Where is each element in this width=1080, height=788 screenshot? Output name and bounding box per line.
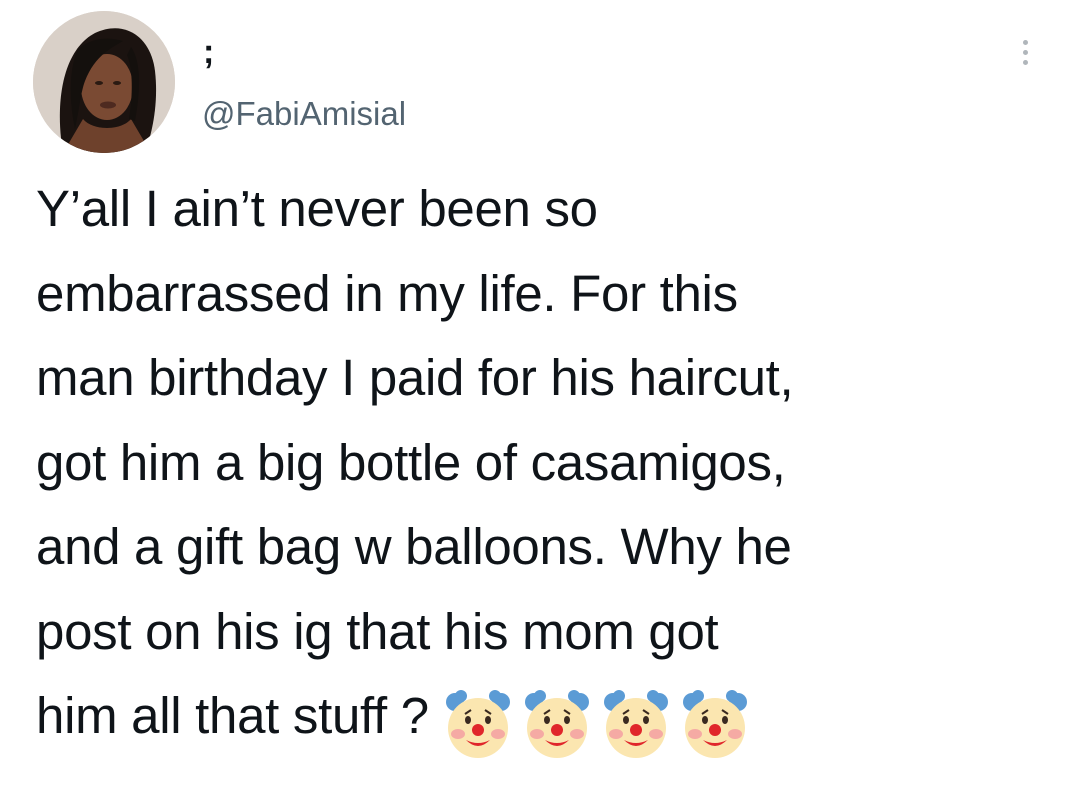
more-options-icon-dot xyxy=(1022,59,1028,65)
avatar-photo xyxy=(33,11,175,153)
clown-face-emoji-icon xyxy=(520,688,594,762)
tweet-text-line: post on his ig that his mom got xyxy=(36,602,719,660)
tweet-card: ; @FabiAmisial Y’all I ain’t never been … xyxy=(0,0,1080,764)
tweet-text-line: man birthday I paid for his haircut, xyxy=(36,349,794,406)
more-options-icon-dot xyxy=(1022,49,1028,55)
tweet-text-line: Y’all I ain’t never been so xyxy=(36,180,598,237)
tweet-text-line: and a gift bag w balloons. Why he xyxy=(36,518,792,575)
avatar[interactable] xyxy=(33,11,175,153)
tweet-text: Y’all I ain’t never been so embarrassed … xyxy=(36,167,1056,773)
tweet-text-line-last: him all that stuff ? xyxy=(36,674,1056,773)
clown-face-emoji-icon xyxy=(441,688,515,762)
clown-face-emoji-icon xyxy=(599,688,673,762)
tweet-text-line: got him a big bottle of casamigos, xyxy=(36,433,786,491)
more-options-button[interactable] xyxy=(1010,30,1040,74)
clown-face-emoji-icon xyxy=(678,688,752,762)
tweet-text-line: embarrassed in my life. For this xyxy=(36,264,738,322)
user-handle[interactable]: @FabiAmisial xyxy=(202,94,406,134)
tweet-text-line: him all that stuff ? xyxy=(36,687,429,744)
more-options-icon xyxy=(1022,39,1028,45)
emoji-row xyxy=(441,688,757,773)
display-name[interactable]: ; xyxy=(203,32,214,72)
